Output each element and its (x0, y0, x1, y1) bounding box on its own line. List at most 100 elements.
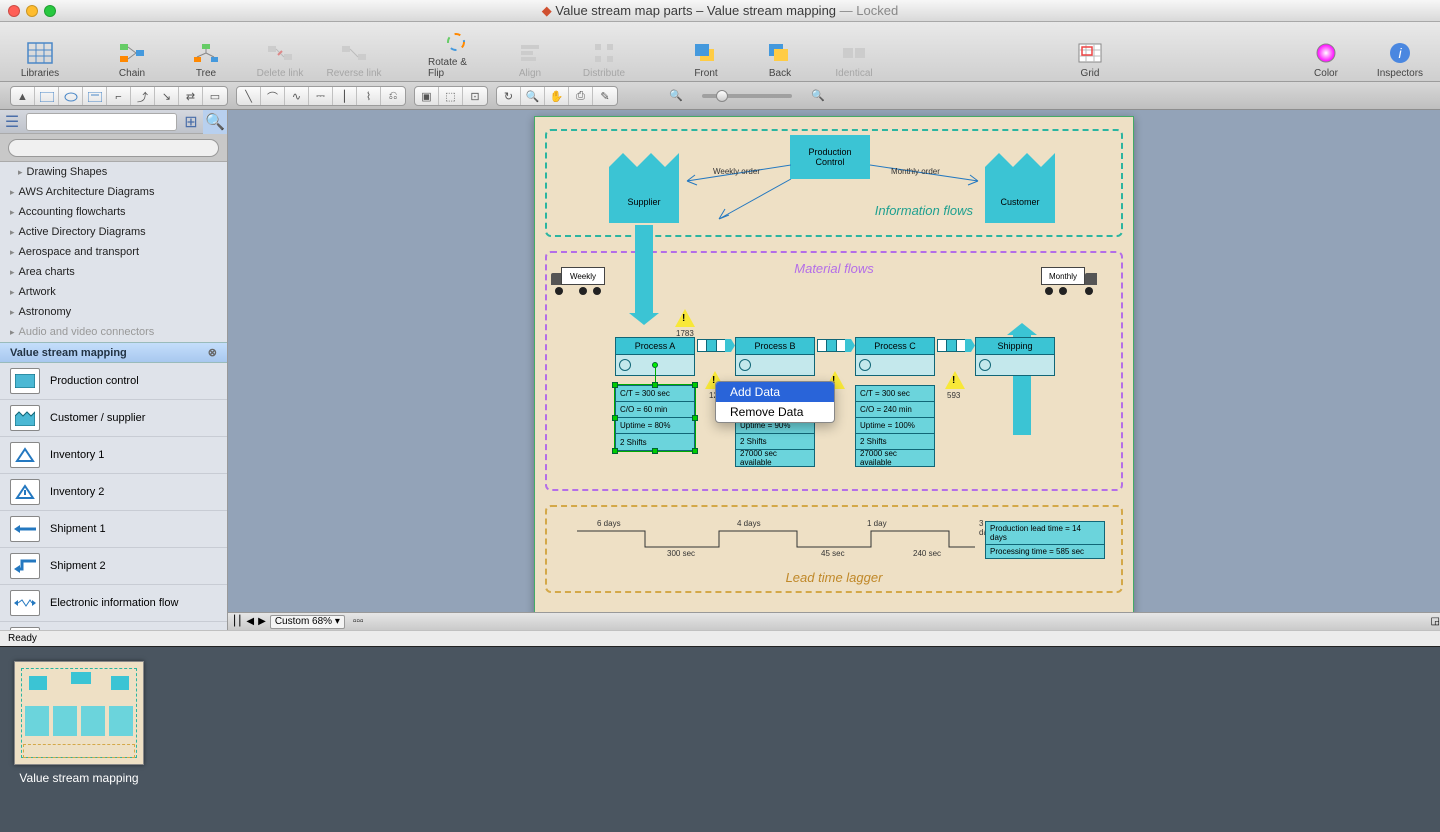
resize-corner-icon[interactable]: ◲ (1431, 616, 1440, 627)
line-tool-2[interactable]: ⌒ (261, 87, 285, 106)
scroll-control[interactable]: ⎮⎮ (232, 616, 242, 627)
page-thumbnail[interactable]: Value stream mapping (14, 661, 144, 785)
connector-tool-2[interactable]: ⤴ (131, 87, 155, 106)
shape-item[interactable]: Production control (0, 363, 227, 400)
shape-item[interactable]: Inventory 2 (0, 474, 227, 511)
category-row[interactable]: Active Directory Diagrams (0, 222, 227, 242)
info-flows-label: Information flows (875, 203, 973, 218)
shape-item[interactable]: Inventory 1 (0, 437, 227, 474)
color-button[interactable]: Color (1298, 25, 1354, 79)
shipping-box[interactable]: Shipping (975, 337, 1055, 376)
front-button[interactable]: Front (678, 25, 734, 79)
minimize-icon[interactable] (26, 5, 38, 17)
pointer-tool[interactable]: ▲ (11, 87, 35, 106)
shape-item[interactable]: Customer / supplier (0, 400, 227, 437)
customer-shape[interactable]: Customer (985, 167, 1055, 223)
view-mode-buttons[interactable]: ▫▫▫ (353, 616, 364, 627)
category-row[interactable]: Drawing Shapes (0, 162, 227, 182)
group-tool-1[interactable]: ▣ (415, 87, 439, 106)
line-tool-4[interactable]: ⎓ (309, 87, 333, 106)
truck-weekly[interactable]: Weekly (551, 267, 613, 295)
connector-tool-1[interactable]: ⌐ (107, 87, 131, 106)
connector-tool-3[interactable]: ↘ (155, 87, 179, 106)
connector-tool-4[interactable]: ⇄ (179, 87, 203, 106)
tree-view-icon[interactable]: ☰ (0, 110, 24, 134)
supplier-shape[interactable]: Supplier (609, 167, 679, 223)
rotate-flip-button[interactable]: Rotate & Flip (428, 25, 484, 79)
weekly-order-label: Weekly order (713, 167, 760, 176)
close-icon[interactable] (8, 5, 20, 17)
grid-button[interactable]: Grid (1062, 25, 1118, 79)
connector-tool-5[interactable]: ▭ (203, 87, 227, 106)
category-row[interactable]: Astronomy (0, 302, 227, 322)
truck-monthly[interactable]: Monthly (1035, 267, 1097, 295)
search-input[interactable] (8, 139, 219, 157)
category-row[interactable]: Artwork (0, 282, 227, 302)
libraries-button[interactable]: Libraries (12, 25, 68, 79)
line-tool-6[interactable]: ⌇ (357, 87, 381, 106)
canvas-area: Information flows Supplier Customer Prod… (228, 110, 1440, 630)
shape-item[interactable]: Shipment 2 (0, 548, 227, 585)
ellipse-tool[interactable] (59, 87, 83, 106)
lead-time-info[interactable]: Production lead time = 14 days Processin… (985, 521, 1105, 559)
magnify-tool[interactable]: 🔍 (521, 87, 545, 106)
shape-item[interactable]: Electronic information flow (0, 585, 227, 622)
canvas[interactable]: Information flows Supplier Customer Prod… (228, 110, 1440, 612)
category-row[interactable]: Accounting flowcharts (0, 202, 227, 222)
inspectors-button[interactable]: iInspectors (1372, 25, 1428, 79)
zoom-in-button[interactable]: 🔍 (806, 86, 830, 106)
sidebar-filter-input[interactable] (26, 113, 177, 131)
tree-button[interactable]: Tree (178, 25, 234, 79)
category-row[interactable]: Audio and video connectors (0, 322, 227, 342)
data-box-c[interactable]: C/T = 300 secC/O = 240 min Uptime = 100%… (855, 385, 935, 467)
group-tools[interactable]: ▣ ⬚ ⊡ (414, 86, 488, 106)
group-tool-2[interactable]: ⬚ (439, 87, 463, 106)
context-menu[interactable]: Add Data Remove Data (715, 381, 835, 423)
monthly-order-label: Monthly order (891, 167, 940, 176)
pan-tool[interactable]: ✋ (545, 87, 569, 106)
grid-view-icon[interactable]: ⊞ (179, 110, 203, 134)
supplier-arrow (635, 225, 653, 313)
line-tool-3[interactable]: ∿ (285, 87, 309, 106)
view-tools[interactable]: ↻ 🔍 ✋ ⎙ ✎ (496, 86, 618, 106)
ctx-add-data[interactable]: Add Data (716, 382, 834, 402)
line-tool-5[interactable]: ⎮ (333, 87, 357, 106)
category-row[interactable]: Aerospace and transport (0, 242, 227, 262)
shapes-sidebar: ☰ ⊞ 🔍 Drawing Shapes AWS Architecture Di… (0, 110, 228, 630)
eyedropper-tool[interactable]: ✎ (593, 87, 617, 106)
inventory-triangle[interactable] (675, 309, 695, 327)
category-row[interactable]: AWS Architecture Diagrams (0, 182, 227, 202)
inventory-triangle[interactable] (945, 371, 965, 389)
stamp-tool[interactable]: ⎙ (569, 87, 593, 106)
ctx-remove-data[interactable]: Remove Data (716, 402, 834, 422)
prev-page-icon[interactable]: ◀ (246, 616, 254, 627)
line-tool-7[interactable]: ⎌ (381, 87, 405, 106)
zoom-icon[interactable] (44, 5, 56, 17)
main-toolbar: Libraries Chain Tree Delete link Reverse… (0, 22, 1440, 82)
production-control-shape[interactable]: Production Control (790, 135, 870, 179)
line-tools[interactable]: ╲ ⌒ ∿ ⎓ ⎮ ⌇ ⎌ (236, 86, 406, 106)
process-c-box[interactable]: Process C (855, 337, 935, 376)
zoom-slider[interactable] (702, 94, 792, 98)
lead-time-label: Lead time lagger (547, 570, 1121, 585)
zoom-out-button[interactable]: 🔍 (664, 86, 688, 106)
process-b-box[interactable]: Process B (735, 337, 815, 376)
next-page-icon[interactable]: ▶ (258, 616, 266, 627)
selection-tools[interactable]: ▲ ⌐ ⤴ ↘ ⇄ ▭ (10, 86, 228, 106)
rect-tool[interactable] (35, 87, 59, 106)
text-tool[interactable] (83, 87, 107, 106)
shape-categories: Drawing Shapes AWS Architecture Diagrams… (0, 162, 227, 342)
chain-button[interactable]: Chain (104, 25, 160, 79)
diagram-page[interactable]: Information flows Supplier Customer Prod… (534, 116, 1134, 612)
zoom-select[interactable]: Custom 68% ▾ (270, 615, 345, 629)
category-row[interactable]: Area charts (0, 262, 227, 282)
search-icon[interactable]: 🔍 (203, 110, 227, 134)
back-button[interactable]: Back (752, 25, 808, 79)
line-tool-1[interactable]: ╲ (237, 87, 261, 106)
group-tool-3[interactable]: ⊡ (463, 87, 487, 106)
section-header[interactable]: Value stream mapping⊗ (0, 342, 227, 363)
data-box-a-selected[interactable]: C/T = 300 sec C/O = 60 min Uptime = 80% … (615, 385, 695, 451)
close-section-icon[interactable]: ⊗ (208, 346, 217, 359)
refresh-tool[interactable]: ↻ (497, 87, 521, 106)
shape-item[interactable]: Shipment 1 (0, 511, 227, 548)
